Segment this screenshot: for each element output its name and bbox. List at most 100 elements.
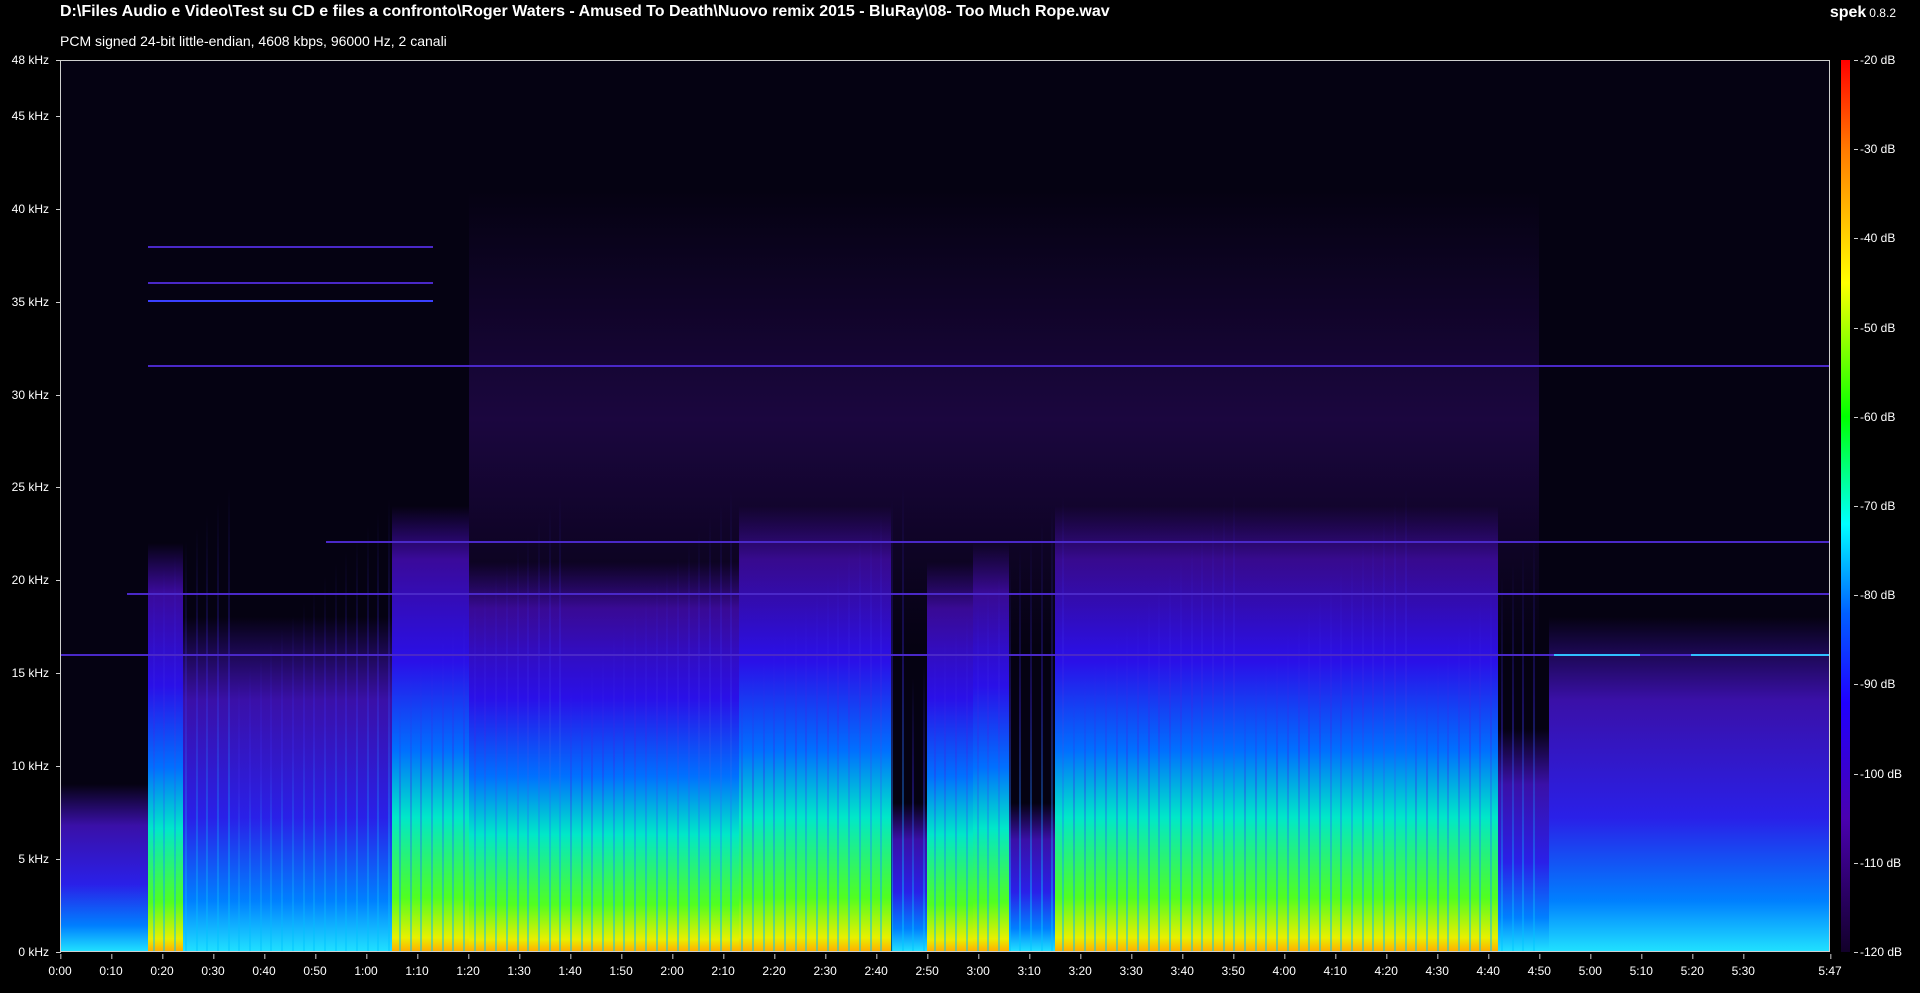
transient-streak bbox=[548, 507, 551, 951]
spectrogram-plot[interactable] bbox=[60, 60, 1830, 952]
app-name: spek bbox=[1829, 4, 1867, 21]
transient-streak bbox=[805, 604, 808, 951]
frequency-tick-label: 48 kHz bbox=[11, 53, 62, 67]
time-tick-label: 4:40 bbox=[1476, 954, 1500, 978]
transient-streak bbox=[1126, 622, 1129, 951]
transient-streak bbox=[687, 543, 690, 951]
time-tick-label: 0:20 bbox=[150, 954, 174, 978]
transient-streak bbox=[505, 559, 508, 951]
transient-streak bbox=[270, 641, 273, 951]
transient-streak bbox=[195, 528, 198, 951]
transient-streak bbox=[1051, 509, 1054, 951]
transient-streak bbox=[976, 600, 979, 951]
transient-streak bbox=[837, 565, 840, 951]
transient-streak bbox=[912, 678, 915, 951]
time-tick-label: 4:30 bbox=[1425, 954, 1449, 978]
transient-streak bbox=[933, 652, 936, 951]
transient-streak bbox=[377, 511, 380, 951]
tone-line bbox=[127, 593, 1829, 595]
transient-streak bbox=[1286, 632, 1289, 951]
transient-streak bbox=[580, 672, 583, 951]
db-tick-label: -40 dB bbox=[1853, 231, 1896, 246]
transient-streak bbox=[602, 646, 605, 951]
transient-streak bbox=[1393, 502, 1396, 951]
transient-streak bbox=[1147, 596, 1150, 951]
frequency-tick-label: 20 kHz bbox=[11, 573, 62, 588]
transient-streak bbox=[1532, 537, 1535, 951]
db-tick-label: -30 dB bbox=[1853, 142, 1896, 157]
frequency-tick-label: 40 kHz bbox=[11, 201, 62, 216]
transient-streak bbox=[751, 669, 754, 951]
transient-streak bbox=[174, 554, 177, 951]
frequency-tick-label: 5 kHz bbox=[18, 852, 61, 867]
transient-streak bbox=[1511, 563, 1514, 951]
transient-streak bbox=[1169, 570, 1172, 951]
transient-streak bbox=[944, 639, 947, 951]
transient-streak bbox=[356, 537, 358, 951]
time-tick-label: 0:00 bbox=[48, 954, 72, 978]
transient-streak bbox=[623, 620, 626, 951]
transient-streak bbox=[923, 665, 926, 951]
frequency-tick-label: 45 kHz bbox=[11, 108, 62, 123]
transient-streak bbox=[259, 654, 262, 951]
transient-streak bbox=[334, 563, 337, 951]
db-tick-label: -100 dB bbox=[1853, 766, 1903, 781]
transient-streak bbox=[880, 513, 883, 951]
transient-streak bbox=[452, 624, 455, 951]
transient-streak bbox=[1030, 535, 1033, 951]
transient-streak bbox=[1329, 580, 1332, 951]
time-tick-label: 5:20 bbox=[1680, 954, 1704, 978]
transient-streak bbox=[409, 676, 412, 951]
time-tick-label: 0:10 bbox=[99, 954, 123, 978]
time-tick-label: 1:20 bbox=[456, 954, 480, 978]
transient-streak bbox=[848, 552, 851, 951]
time-tick-label: 2:00 bbox=[660, 954, 684, 978]
frequency-tick-label: 10 kHz bbox=[11, 759, 62, 774]
time-tick-label: 3:30 bbox=[1119, 954, 1143, 978]
time-tick-label: 2:30 bbox=[813, 954, 837, 978]
transient-streak bbox=[249, 667, 251, 951]
time-tick-label: 5:00 bbox=[1578, 954, 1602, 978]
transient-streak bbox=[997, 574, 1000, 951]
transient-streak bbox=[216, 502, 219, 951]
transient-streak bbox=[741, 682, 744, 951]
transient-streak bbox=[1308, 606, 1311, 951]
transient-streak bbox=[1211, 518, 1214, 951]
transient-streak bbox=[794, 617, 797, 951]
transient-streak bbox=[238, 680, 241, 951]
transient-streak bbox=[1351, 554, 1354, 951]
transient-streak bbox=[987, 587, 990, 951]
transient-streak bbox=[1468, 615, 1471, 951]
time-tick-label: 3:50 bbox=[1221, 954, 1245, 978]
file-path-title: D:\Files Audio e Video\Test su CD e file… bbox=[60, 3, 1110, 20]
frequency-tick-label: 15 kHz bbox=[11, 666, 62, 681]
app-version: 0.8.2 bbox=[1869, 6, 1896, 20]
transient-streak bbox=[1276, 645, 1279, 951]
transient-streak bbox=[816, 591, 819, 951]
transient-streak bbox=[473, 598, 476, 951]
tone-line bbox=[1553, 654, 1641, 657]
spectrogram-haze bbox=[468, 190, 1539, 951]
transient-streak bbox=[719, 504, 722, 951]
transient-streak bbox=[1083, 674, 1086, 951]
db-tick-label: -70 dB bbox=[1853, 499, 1896, 513]
transient-streak bbox=[644, 595, 647, 951]
time-tick-label: 5:47 bbox=[1818, 954, 1842, 978]
transient-streak bbox=[1340, 567, 1343, 951]
transient-streak bbox=[612, 633, 615, 951]
transient-streak bbox=[634, 607, 637, 951]
db-tick-label: -120 dB bbox=[1853, 945, 1903, 959]
transient-streak bbox=[206, 515, 209, 951]
transient-streak bbox=[1500, 576, 1503, 951]
time-tick-label: 3:20 bbox=[1068, 954, 1092, 978]
time-tick-label: 1:00 bbox=[354, 954, 378, 978]
transient-streak bbox=[762, 656, 765, 951]
transient-streak bbox=[773, 643, 776, 951]
transient-streak bbox=[1383, 515, 1386, 951]
tone-line bbox=[147, 364, 1829, 367]
transient-streak bbox=[709, 517, 712, 951]
transient-streak bbox=[1415, 680, 1418, 951]
spectrogram-band bbox=[1548, 617, 1829, 951]
transient-streak bbox=[1072, 687, 1075, 951]
transient-streak bbox=[1458, 628, 1461, 951]
